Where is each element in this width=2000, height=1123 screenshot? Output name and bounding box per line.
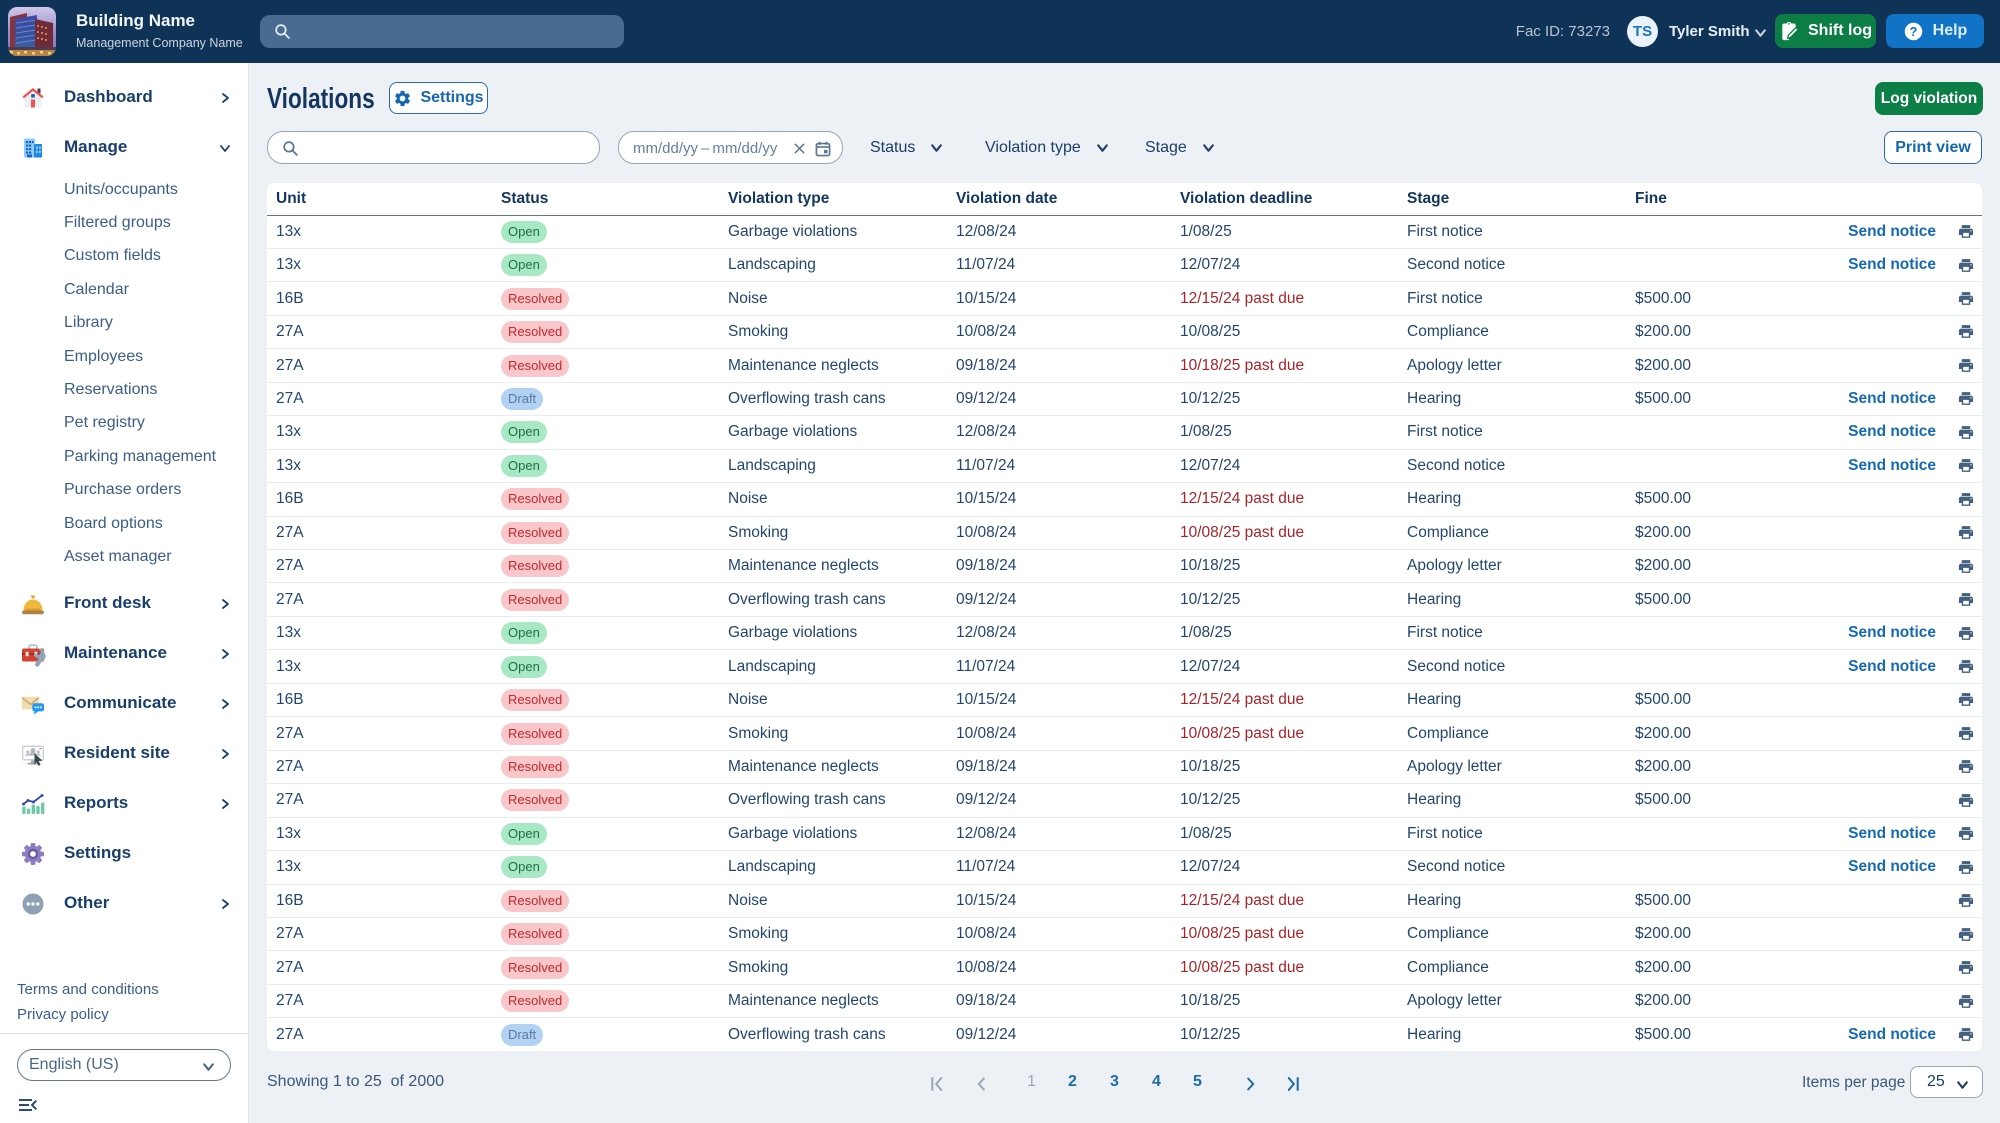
svg-text:?: ? [1909,24,1917,38]
